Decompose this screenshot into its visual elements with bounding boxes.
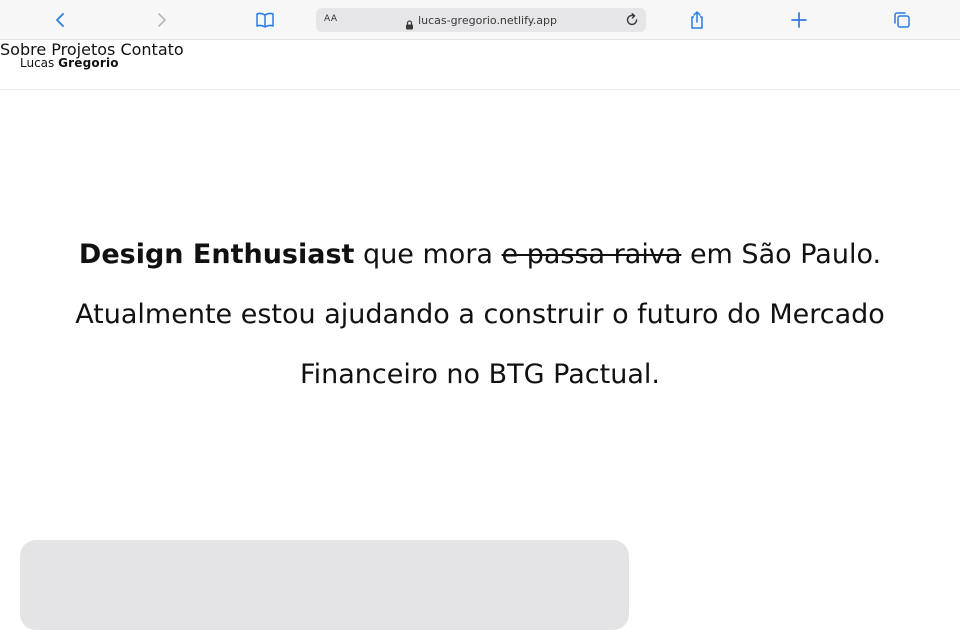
nav-link-contato[interactable]: Contato — [120, 40, 183, 59]
hero-text-2: em São Paulo. — [681, 239, 882, 270]
hero-strikethrough: e passa raiva — [501, 239, 682, 270]
reader-aa-button[interactable]: AA — [324, 14, 338, 24]
forward-icon[interactable] — [150, 8, 174, 32]
address-bar[interactable]: AA lucas-gregorio.netlify.app — [316, 8, 646, 32]
logo-last-name: Gregorio — [58, 56, 119, 70]
hero-line-2: Atualmente estou ajudando a construir o … — [75, 299, 885, 330]
share-icon[interactable] — [685, 8, 709, 32]
reload-icon[interactable] — [624, 12, 640, 28]
site-logo[interactable]: Lucas Gregorio — [20, 56, 119, 70]
hero-line-3: Financeiro no BTG Pactual. — [300, 359, 660, 390]
hero-bold-title: Design Enthusiast — [78, 239, 355, 270]
site-header: Lucas Gregorio Sobre Projetos Contato — [0, 40, 960, 90]
project-card[interactable] — [20, 540, 629, 630]
plus-icon[interactable] — [787, 8, 811, 32]
logo-first-name: Lucas — [20, 56, 55, 70]
hero-line-1: Design Enthusiast que mora e passa raiva… — [0, 225, 960, 285]
browser-toolbar: AA lucas-gregorio.netlify.app — [0, 0, 960, 40]
tabs-icon[interactable] — [890, 8, 914, 32]
book-icon[interactable] — [253, 8, 277, 32]
hero-text-1: que mora — [354, 239, 502, 270]
url-text: lucas-gregorio.netlify.app — [418, 13, 557, 27]
back-icon[interactable] — [48, 8, 72, 32]
main-nav: Sobre Projetos Contato — [0, 40, 960, 59]
lock-icon — [405, 15, 414, 30]
hero-statement: Design Enthusiast que mora e passa raiva… — [0, 225, 960, 405]
